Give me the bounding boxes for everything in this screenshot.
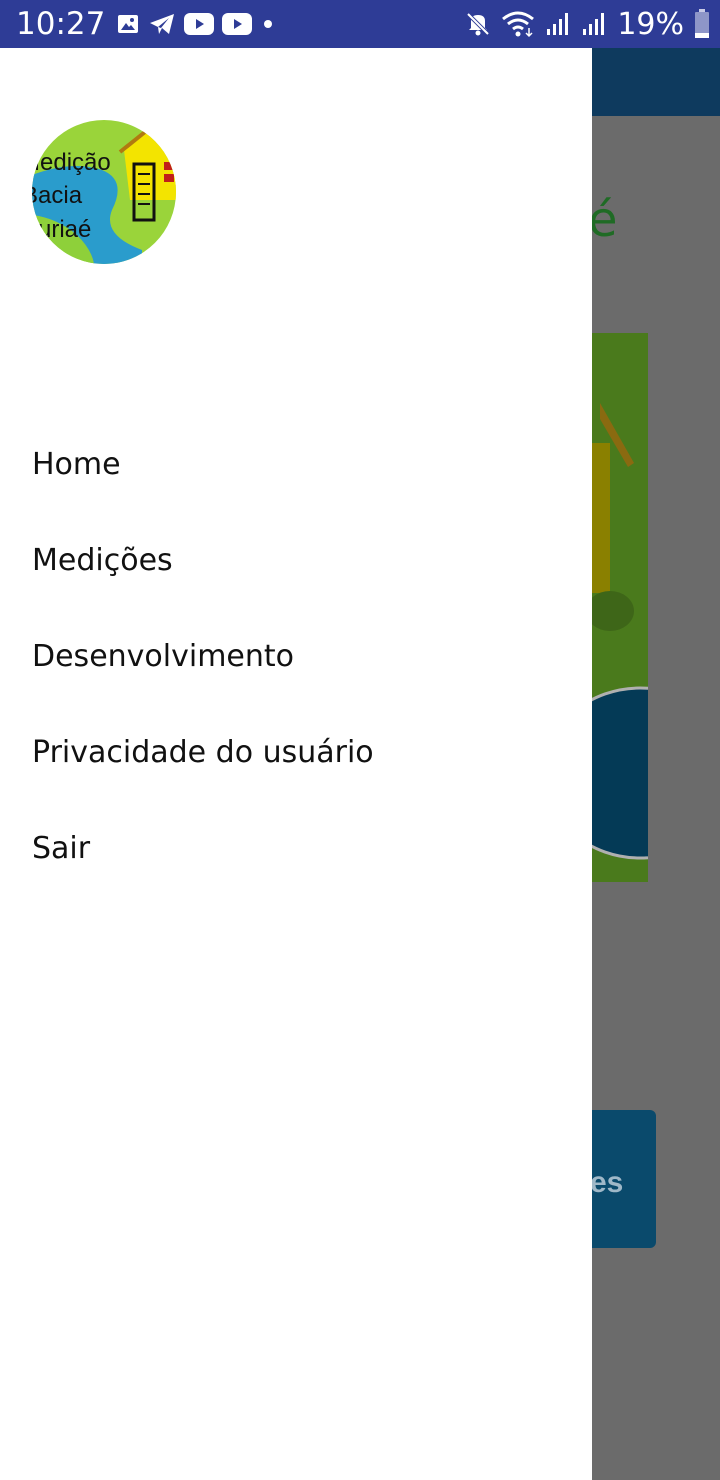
menu-item-label: Privacidade do usuário xyxy=(32,735,374,770)
system-icons: 19% xyxy=(465,6,710,42)
youtube-icon xyxy=(222,13,252,35)
drawer-menu: Home Medições Desenvolvimento Privacidad… xyxy=(0,417,592,897)
status-bar: 10:27 19% xyxy=(0,0,720,48)
logo-text-line-3: Muriaé xyxy=(32,216,91,243)
notification-icons xyxy=(116,9,276,39)
menu-item-label: Medições xyxy=(32,543,173,578)
logo-text-line-2: Bacia xyxy=(32,182,83,209)
telegram-icon xyxy=(150,14,174,34)
menu-item-label: Desenvolvimento xyxy=(32,639,295,674)
dot-icon xyxy=(264,20,272,28)
menu-item-label: Sair xyxy=(32,831,91,866)
menu-item-privacidade[interactable]: Privacidade do usuário xyxy=(0,705,592,801)
menu-item-sair[interactable]: Sair xyxy=(0,801,592,897)
youtube-icon xyxy=(184,13,214,35)
navigation-drawer: Medição Bacia Muriaé Home Medições Desen… xyxy=(0,48,592,1480)
logo-text-line-1: Medição xyxy=(32,149,111,176)
signal-icon xyxy=(583,13,605,35)
menu-item-label: Home xyxy=(32,447,121,482)
menu-item-home[interactable]: Home xyxy=(0,417,592,513)
mute-icon xyxy=(466,12,490,36)
status-time: 10:27 xyxy=(16,6,106,42)
app-button-label-fragment: es xyxy=(590,1166,624,1199)
battery-percentage: 19% xyxy=(617,6,684,42)
app-title-fragment: é xyxy=(588,192,618,248)
battery-icon xyxy=(695,9,709,38)
image-icon xyxy=(118,15,138,33)
app-logo: Medição Bacia Muriaé xyxy=(32,120,176,264)
wifi-icon xyxy=(502,11,535,38)
signal-icon xyxy=(547,13,569,35)
menu-item-medicoes[interactable]: Medições xyxy=(0,513,592,609)
menu-item-desenvolvimento[interactable]: Desenvolvimento xyxy=(0,609,592,705)
